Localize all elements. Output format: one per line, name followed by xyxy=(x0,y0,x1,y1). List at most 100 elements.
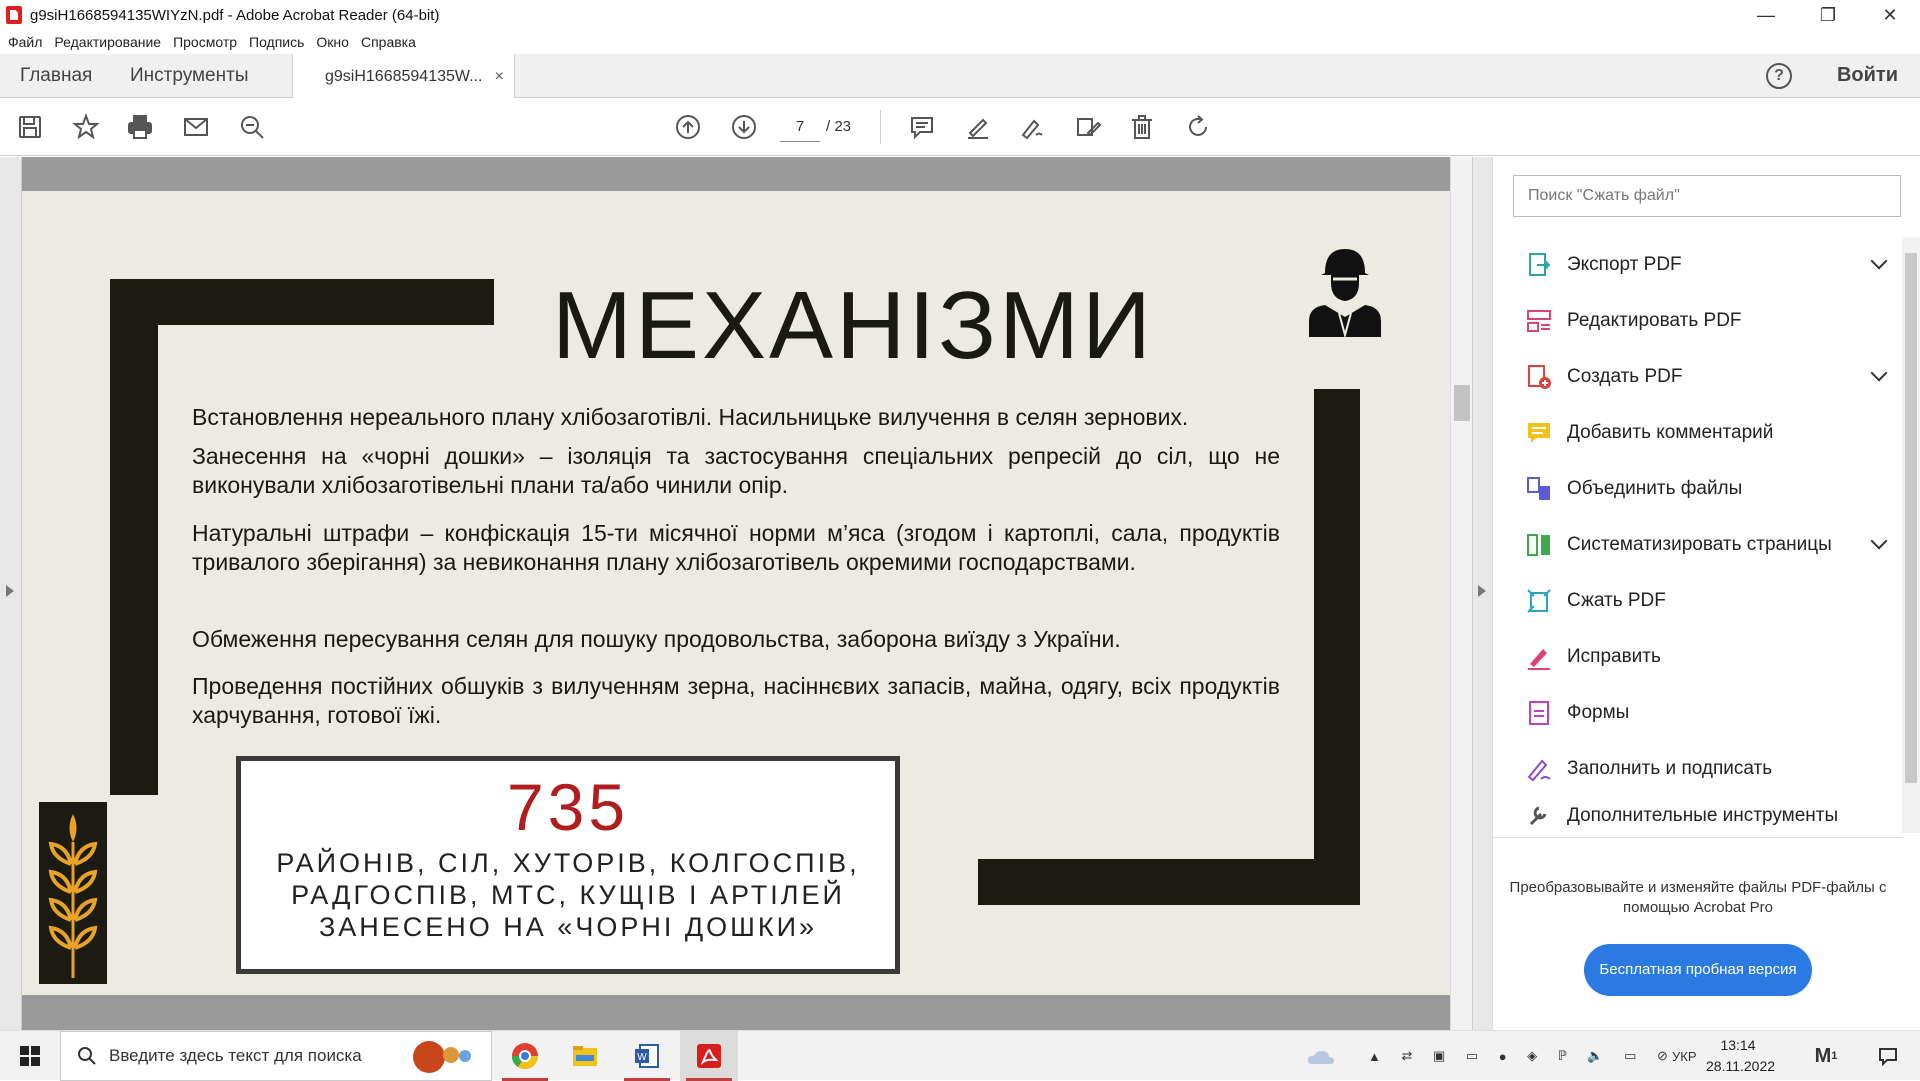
save-icon[interactable] xyxy=(14,111,46,143)
menu-edit[interactable]: Редактирование xyxy=(54,34,161,50)
tools-scroll-thumb[interactable] xyxy=(1905,253,1917,783)
comment-icon xyxy=(1525,419,1553,447)
menu-window[interactable]: Окно xyxy=(316,34,349,50)
folder-icon xyxy=(573,1046,597,1066)
svg-text:W: W xyxy=(637,1052,647,1063)
tool-edit-pdf[interactable]: Редактировать PDF xyxy=(1525,301,1885,341)
signin-button[interactable]: Войти xyxy=(1837,64,1898,87)
fill-sign-icon xyxy=(1525,755,1553,783)
tool-redact[interactable]: Исправить xyxy=(1525,637,1885,677)
paragraph-black-boards: Занесення на «чорні дошки» – ізоляція та… xyxy=(192,443,1280,498)
google-drive-icon[interactable]: ▲ xyxy=(1368,1049,1381,1064)
tool-fill-sign[interactable]: Заполнить и подписать xyxy=(1525,749,1885,789)
taskbar-word[interactable]: W xyxy=(618,1031,676,1081)
stat-line-1: РАЙОНІВ, СІЛ, ХУТОРІВ, КОЛГОСПІВ, xyxy=(276,848,860,878)
tab-home[interactable]: Главная xyxy=(20,54,92,98)
tool-combine-files[interactable]: Объединить файлы xyxy=(1525,469,1885,509)
bookmark-star-icon[interactable] xyxy=(70,111,102,143)
comment-icon[interactable] xyxy=(906,111,938,143)
windows-start-button[interactable] xyxy=(0,1031,60,1081)
tab-document-label: g9siH1668594135W... xyxy=(325,67,483,85)
help-icon[interactable]: ? xyxy=(1766,63,1792,89)
edit-pdf-icon xyxy=(1525,307,1553,335)
tools-pane: Поиск "Сжать файл" Экспорт PDF Редактиро… xyxy=(1492,157,1920,1030)
taskbar-search-box[interactable]: Введите здесь текст для поиска xyxy=(60,1031,492,1081)
collapse-right-arrow-icon[interactable] xyxy=(1478,585,1486,597)
document-scrollbar[interactable] xyxy=(1450,157,1472,1030)
tools-scrollbar[interactable] xyxy=(1902,237,1920,833)
tool-compress-pdf[interactable]: Сжать PDF xyxy=(1525,581,1885,621)
rotate-icon[interactable] xyxy=(1182,111,1214,143)
language-indicator[interactable]: УКР xyxy=(1672,1031,1697,1081)
soldier-icon xyxy=(1305,243,1385,339)
frame-bar-top xyxy=(110,279,494,325)
tool-label: Редактировать PDF xyxy=(1567,310,1742,331)
title-bar: g9siH1668594135WIYzN.pdf - Adobe Acrobat… xyxy=(0,0,1920,30)
network-icon[interactable]: ⊘ xyxy=(1657,1048,1668,1064)
zoom-search-icon[interactable] xyxy=(236,111,268,143)
previous-page-icon[interactable] xyxy=(672,111,704,143)
sign-pen-icon[interactable] xyxy=(1016,111,1048,143)
tool-organize-pages[interactable]: Систематизировать страницы xyxy=(1525,525,1888,565)
onedrive-icon[interactable] xyxy=(1306,1031,1336,1081)
tool-more-tools[interactable]: Дополнительные инструменты xyxy=(1525,801,1885,831)
free-trial-button[interactable]: Бесплатная пробная версия xyxy=(1584,944,1812,996)
messenger-icon[interactable]: ● xyxy=(1499,1049,1507,1064)
tools-search-input[interactable]: Поиск "Сжать файл" xyxy=(1513,175,1901,217)
display-icon[interactable]: ▭ xyxy=(1466,1048,1478,1064)
delete-icon[interactable] xyxy=(1126,111,1158,143)
expand-left-arrow-icon[interactable] xyxy=(6,585,14,597)
frame-bar-bottom xyxy=(978,859,1360,905)
menu-view[interactable]: Просмотр xyxy=(173,34,237,50)
edit-icon[interactable] xyxy=(1072,111,1104,143)
camera-icon[interactable]: ▣ xyxy=(1433,1048,1445,1064)
chevron-down-icon[interactable] xyxy=(1870,252,1888,270)
battery-icon[interactable]: ▭ xyxy=(1624,1048,1636,1064)
clock[interactable]: 13:14 28.11.2022 xyxy=(1706,1035,1776,1077)
forms-icon xyxy=(1525,699,1553,727)
chrome-icon xyxy=(511,1043,539,1070)
taskbar-chrome[interactable] xyxy=(496,1031,554,1081)
acrobat-app-icon xyxy=(6,6,22,24)
next-page-icon[interactable] xyxy=(728,111,760,143)
chevron-down-icon[interactable] xyxy=(1870,532,1888,550)
promo-text: Преобразовывайте и изменяйте файлы PDF-ф… xyxy=(1509,879,1887,916)
email-icon[interactable] xyxy=(180,111,212,143)
security-icon[interactable]: ◈ xyxy=(1527,1048,1537,1064)
volume-icon[interactable]: 🔈 xyxy=(1587,1048,1603,1064)
tool-create-pdf[interactable]: Создать PDF xyxy=(1525,357,1888,397)
minimize-button[interactable]: — xyxy=(1738,0,1794,30)
print-icon[interactable] xyxy=(124,111,156,143)
tool-label: Формы xyxy=(1567,702,1630,723)
close-tab-icon[interactable]: × xyxy=(494,68,503,86)
close-window-button[interactable]: ✕ xyxy=(1862,0,1918,30)
document-scroll-thumb[interactable] xyxy=(1454,385,1470,421)
windows-logo-icon xyxy=(20,1046,40,1066)
maximize-button[interactable]: ❐ xyxy=(1800,0,1856,30)
taskbar-file-explorer[interactable] xyxy=(556,1031,614,1081)
taskbar-acrobat[interactable] xyxy=(680,1031,738,1081)
tool-add-comment[interactable]: Добавить комментарий xyxy=(1525,413,1885,453)
tool-label: Объединить файлы xyxy=(1567,478,1743,499)
menu-help[interactable]: Справка xyxy=(361,34,416,50)
tab-bar: Главная Инструменты g9siH1668594135W... … xyxy=(0,54,1920,99)
highlight-pen-icon[interactable] xyxy=(962,111,994,143)
left-panel-toggle[interactable] xyxy=(0,157,22,1030)
tab-tools[interactable]: Инструменты xyxy=(130,54,248,98)
slide-title: МЕХАНІЗМИ xyxy=(552,272,1155,379)
right-panel-toggle[interactable] xyxy=(1472,157,1492,1030)
menu-file[interactable]: Файл xyxy=(8,34,42,50)
word-icon: W xyxy=(635,1044,659,1068)
clock-date: 28.11.2022 xyxy=(1706,1058,1776,1074)
bluetooth-icon[interactable]: ℙ xyxy=(1558,1048,1567,1064)
tab-document[interactable]: g9siH1668594135W... × xyxy=(292,54,515,99)
action-center-icon[interactable] xyxy=(1868,1031,1908,1081)
window-title: g9siH1668594135WIYzN.pdf - Adobe Acrobat… xyxy=(30,6,440,24)
chevron-down-icon[interactable] xyxy=(1870,364,1888,382)
page-number-input[interactable]: 7 xyxy=(780,112,820,142)
notification-badge[interactable]: M1 xyxy=(1808,1031,1844,1081)
menu-sign[interactable]: Подпись xyxy=(249,34,304,50)
tool-forms[interactable]: Формы xyxy=(1525,693,1885,733)
tool-export-pdf[interactable]: Экспорт PDF xyxy=(1525,245,1888,285)
sync-icon[interactable]: ⇄ xyxy=(1401,1048,1412,1064)
